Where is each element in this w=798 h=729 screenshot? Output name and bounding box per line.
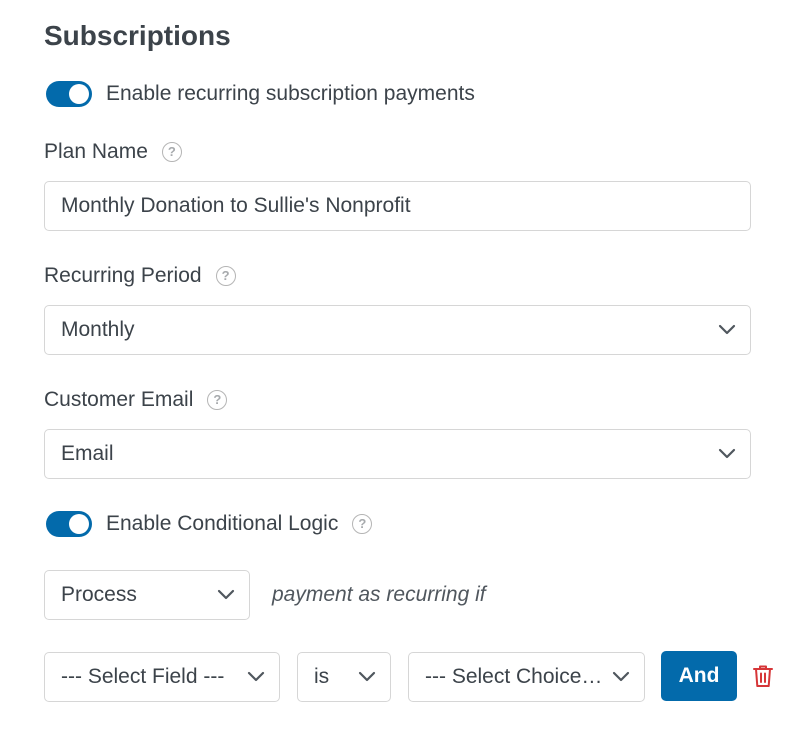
section-title: Subscriptions (44, 20, 231, 51)
rule-field-select[interactable]: --- Select Field --- (44, 652, 280, 702)
chevron-down-icon (217, 589, 235, 600)
customer-email-label: Customer Email (44, 388, 194, 411)
rule-field-value: --- Select Field --- (61, 665, 225, 688)
recurring-toggle-row: Enable recurring subscription payments (46, 81, 475, 107)
conditional-action-select[interactable]: Process (44, 570, 250, 620)
recurring-toggle-label: Enable recurring subscription payments (106, 82, 475, 105)
conditional-toggle-label: Enable Conditional Logic (106, 512, 339, 535)
question-circle-icon[interactable]: ? (207, 390, 228, 410)
question-circle-icon[interactable]: ? (352, 514, 373, 534)
plan-name-value: Monthly Donation to Sullie's Nonprofit (61, 194, 411, 217)
subscriptions-panel: Subscriptions Enable recurring subscript… (0, 0, 798, 729)
question-circle-icon[interactable]: ? (161, 142, 182, 162)
chevron-down-icon (718, 324, 736, 335)
and-button[interactable]: And (661, 651, 737, 701)
recurring-period-value: Monthly (61, 318, 135, 341)
plan-name-label-row: Plan Name ? (44, 139, 182, 165)
rule-choice-value: --- Select Choice --- (425, 665, 604, 688)
toggle-knob (69, 514, 89, 534)
chevron-down-icon (718, 448, 736, 459)
recurring-period-label: Recurring Period (44, 264, 202, 287)
toggle-knob (69, 84, 89, 104)
chevron-down-icon (358, 671, 376, 682)
customer-email-select[interactable]: Email (44, 429, 751, 479)
recurring-period-label-row: Recurring Period ? (44, 263, 236, 289)
conditional-logic-toggle[interactable] (46, 511, 92, 537)
customer-email-value: Email (61, 442, 114, 465)
rule-operator-select[interactable]: is (297, 652, 391, 702)
plan-name-label: Plan Name (44, 140, 148, 163)
rule-choice-select[interactable]: --- Select Choice --- (408, 652, 645, 702)
question-circle-icon[interactable]: ? (215, 266, 236, 286)
chevron-down-icon (247, 671, 265, 682)
conditional-connector-text: payment as recurring if (272, 583, 486, 606)
recurring-period-select[interactable]: Monthly (44, 305, 751, 355)
conditional-toggle-row: Enable Conditional Logic ? (46, 511, 373, 537)
plan-name-input[interactable]: Monthly Donation to Sullie's Nonprofit (44, 181, 751, 231)
chevron-down-icon (612, 671, 630, 682)
customer-email-label-row: Customer Email ? (44, 387, 228, 413)
conditional-action-value: Process (61, 583, 137, 606)
rule-operator-value: is (314, 665, 330, 688)
trash-icon[interactable] (752, 664, 774, 688)
recurring-toggle[interactable] (46, 81, 92, 107)
